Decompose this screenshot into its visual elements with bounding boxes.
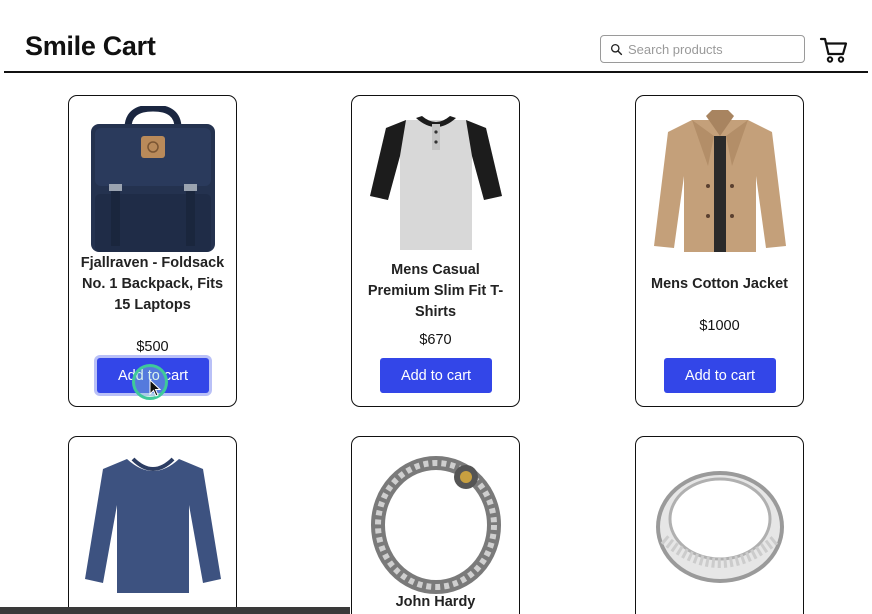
backpack-image [91,106,215,252]
status-bar [0,607,350,614]
add-to-cart-button[interactable]: Add to cart [380,358,492,393]
product-card[interactable]: Mens Casual Premium Slim Fit T-Shirts $6… [351,95,520,407]
product-title[interactable]: Mens Casual Premium Slim Fit T-Shirts [360,260,511,323]
brand-title[interactable]: Smile Cart [25,31,156,62]
product-image[interactable] [362,106,510,254]
product-title[interactable]: Fjallraven - Foldsack No. 1 Backpack, Fi… [77,253,228,316]
product-card[interactable]: John Hardy [351,436,520,614]
product-card[interactable] [635,436,804,614]
product-image[interactable] [79,106,227,254]
product-card[interactable] [68,436,237,614]
product-title[interactable]: Mens Cotton Jacket [644,274,795,295]
header: Smile Cart [4,0,868,73]
product-card[interactable]: Mens Cotton Jacket $1000 Add to cart [635,95,804,407]
search-box[interactable] [600,35,805,63]
bracelet-image [371,456,501,594]
product-card[interactable]: Fjallraven - Foldsack No. 1 Backpack, Fi… [68,95,237,407]
product-image[interactable] [362,447,510,595]
search-icon [610,43,623,56]
ring-image [656,471,784,583]
cursor-indicator [132,364,168,400]
product-image[interactable] [646,447,794,595]
product-price: $670 [419,332,452,348]
jacket-image [654,110,786,252]
search-input[interactable] [628,38,798,60]
product-image[interactable] [79,447,227,595]
longsleeve-shirt-image [85,457,221,593]
product-title[interactable]: John Hardy [360,592,511,613]
pointer-icon [149,379,161,397]
cart-button[interactable] [819,36,849,64]
product-price: $1000 [699,318,740,334]
add-to-cart-button[interactable]: Add to cart [664,358,776,393]
product-price: $500 [136,339,169,355]
shopping-cart-icon [819,37,848,63]
product-image[interactable] [646,106,794,254]
tshirt-image [370,116,502,250]
